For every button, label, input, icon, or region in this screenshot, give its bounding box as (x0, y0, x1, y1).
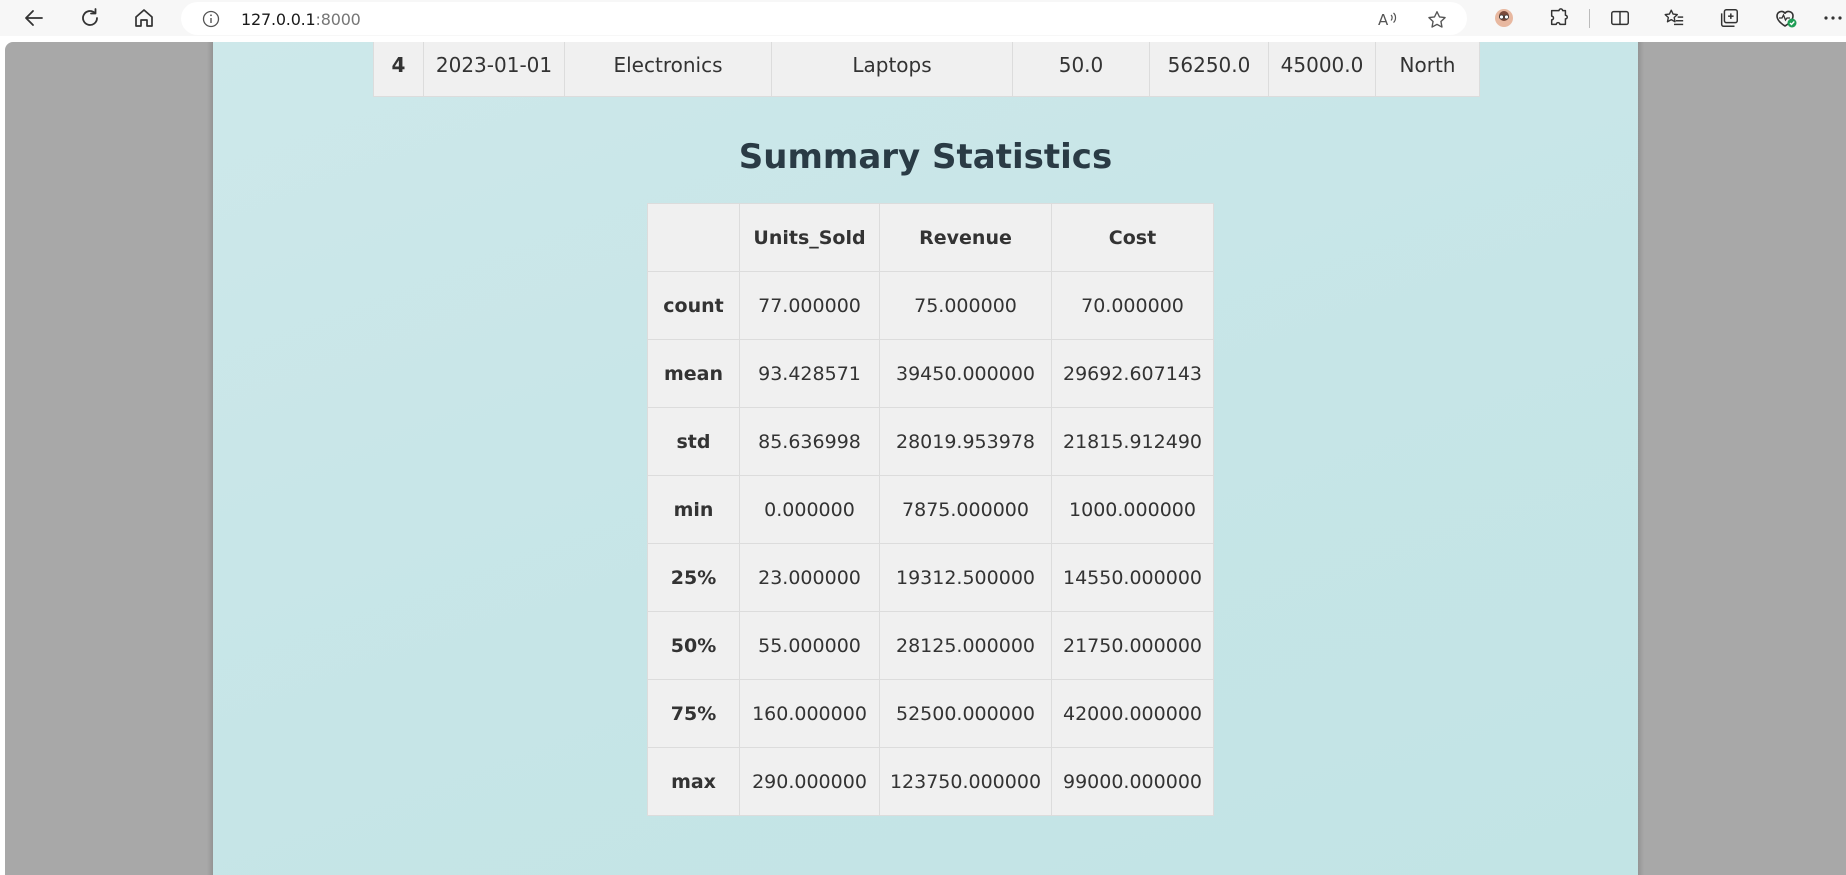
svg-text:A: A (1378, 11, 1389, 29)
table-cell: 21750.000000 (1051, 611, 1214, 680)
table-cell: 50.0 (1012, 42, 1150, 97)
table-cell: 160.000000 (739, 679, 880, 748)
section-title: Summary Statistics (738, 137, 1113, 177)
info-icon[interactable] (202, 10, 220, 28)
table-cell: 28019.953978 (879, 407, 1052, 476)
row-label: min (647, 475, 740, 544)
table-row: 4 2023-01-01 Electronics Laptops 50.0 56… (373, 42, 1480, 97)
table-cell: 21815.912490 (1051, 407, 1214, 476)
column-header: Cost (1051, 203, 1214, 272)
row-label: count (647, 271, 740, 340)
puzzle-icon[interactable] (1548, 7, 1570, 29)
row-label: max (647, 747, 740, 816)
table-cell: 1000.000000 (1051, 475, 1214, 544)
page-content: 4 2023-01-01 Electronics Laptops 50.0 56… (207, 42, 1644, 875)
table-cell: Electronics (564, 42, 772, 97)
data-table: 4 2023-01-01 Electronics Laptops 50.0 56… (373, 42, 1480, 97)
table-cell: 14550.000000 (1051, 543, 1214, 612)
table-cell: 77.000000 (739, 271, 880, 340)
refresh-icon[interactable] (76, 4, 104, 32)
table-cell: 85.636998 (739, 407, 880, 476)
table-row: std 85.636998 28019.953978 21815.912490 (647, 407, 1214, 476)
profile-icon[interactable] (1493, 7, 1515, 29)
row-label: 50% (647, 611, 740, 680)
table-cell: Laptops (771, 42, 1013, 97)
favorites-list-icon[interactable] (1663, 7, 1685, 29)
table-cell: 93.428571 (739, 339, 880, 408)
split-screen-icon[interactable] (1609, 7, 1631, 29)
url-host: 127.0.0.1 (241, 10, 316, 29)
column-header: Units_Sold (739, 203, 880, 272)
table-cell: 123750.000000 (879, 747, 1052, 816)
row-label: 75% (647, 679, 740, 748)
collections-icon[interactable] (1718, 7, 1740, 29)
table-cell: 99000.000000 (1051, 747, 1214, 816)
read-aloud-icon[interactable]: A (1377, 9, 1397, 29)
address-bar[interactable]: 127.0.0.1:8000 A (181, 2, 1467, 35)
table-cell: 28125.000000 (879, 611, 1052, 680)
column-header: Revenue (879, 203, 1052, 272)
table-cell: 19312.500000 (879, 543, 1052, 612)
table-cell: 45000.0 (1268, 42, 1376, 97)
table-row: max 290.000000 123750.000000 99000.000000 (647, 747, 1214, 816)
table-cell: 290.000000 (739, 747, 880, 816)
table-row: 50% 55.000000 28125.000000 21750.000000 (647, 611, 1214, 680)
table-cell: 0.000000 (739, 475, 880, 544)
row-label: std (647, 407, 740, 476)
table-cell: 39450.000000 (879, 339, 1052, 408)
column-header (647, 203, 740, 272)
table-cell: 52500.000000 (879, 679, 1052, 748)
page-viewport[interactable]: 4 2023-01-01 Electronics Laptops 50.0 56… (5, 42, 1846, 875)
table-row: min 0.000000 7875.000000 1000.000000 (647, 475, 1214, 544)
table-row: mean 93.428571 39450.000000 29692.607143 (647, 339, 1214, 408)
table-cell: 42000.000000 (1051, 679, 1214, 748)
table-cell: North (1375, 42, 1480, 97)
table-cell: 23.000000 (739, 543, 880, 612)
toolbar-divider (1589, 9, 1590, 28)
more-icon[interactable] (1823, 7, 1843, 29)
table-cell: 55.000000 (739, 611, 880, 680)
table-cell: 56250.0 (1149, 42, 1269, 97)
summary-stats-table: Units_Sold Revenue Cost count 77.000000 75… (647, 203, 1214, 816)
table-cell: 29692.607143 (1051, 339, 1214, 408)
back-arrow-icon[interactable] (20, 4, 48, 32)
url-text[interactable]: 127.0.0.1:8000 (241, 10, 361, 29)
url-port: :8000 (315, 10, 361, 29)
browser-essentials-icon[interactable] (1773, 7, 1797, 29)
table-cell: 70.000000 (1051, 271, 1214, 340)
home-icon[interactable] (130, 4, 158, 32)
table-cell: 75.000000 (879, 271, 1052, 340)
row-label: 25% (647, 543, 740, 612)
table-row: count 77.000000 75.000000 70.000000 (647, 271, 1214, 340)
table-cell: 7875.000000 (879, 475, 1052, 544)
table-row: 75% 160.000000 52500.000000 42000.000000 (647, 679, 1214, 748)
row-label: mean (647, 339, 740, 408)
table-row: 25% 23.000000 19312.500000 14550.000000 (647, 543, 1214, 612)
table-cell: 2023-01-01 (423, 42, 565, 97)
star-icon[interactable] (1426, 9, 1446, 29)
row-index: 4 (373, 42, 424, 97)
browser-toolbar: 127.0.0.1:8000 A (0, 0, 1846, 36)
table-header-row: Units_Sold Revenue Cost (647, 203, 1214, 272)
